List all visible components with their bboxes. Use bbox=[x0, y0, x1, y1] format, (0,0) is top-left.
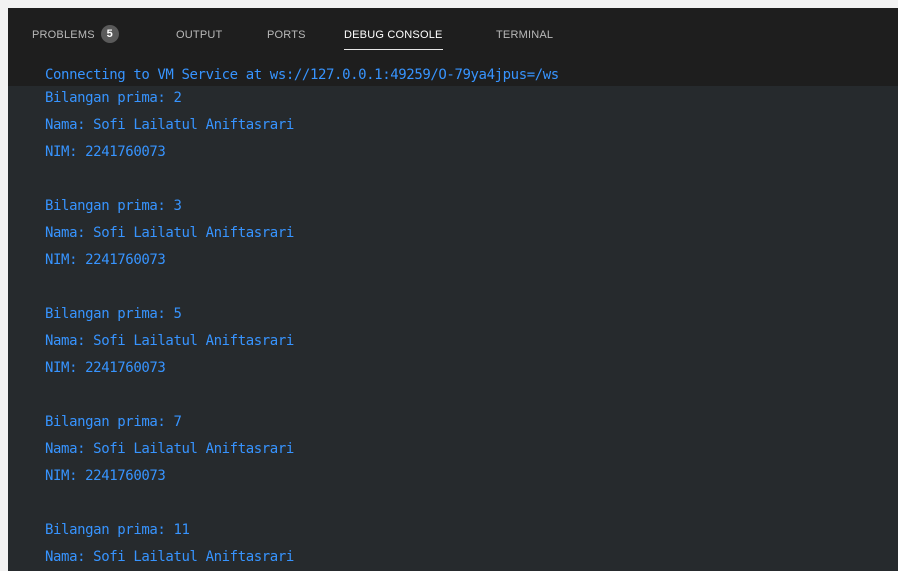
console-line: Bilangan prima: 5 bbox=[45, 306, 182, 322]
tab-output[interactable]: OUTPUT bbox=[176, 22, 222, 48]
console-line: Bilangan prima: 11 bbox=[45, 522, 190, 538]
console-line: Nama: Sofi Lailatul Aniftasrari bbox=[45, 441, 294, 457]
console-line: Nama: Sofi Lailatul Aniftasrari bbox=[45, 225, 294, 241]
console-line: Nama: Sofi Lailatul Aniftasrari bbox=[45, 549, 294, 565]
console-line: Bilangan prima: 3 bbox=[45, 198, 182, 214]
debug-console-output[interactable]: Connecting to VM Service at ws://127.0.0… bbox=[8, 64, 898, 571]
tab-output-label: OUTPUT bbox=[176, 29, 223, 41]
console-line: NIM: 2241760073 bbox=[45, 144, 166, 160]
tab-terminal-label: TERMINAL bbox=[496, 29, 554, 41]
panel-tab-bar: PROBLEMS 5 OUTPUT PORTS DEBUG CONSOLE TER… bbox=[8, 8, 898, 64]
console-line: NIM: 2241760073 bbox=[45, 360, 166, 376]
tab-debug-console[interactable]: DEBUG CONSOLE bbox=[344, 22, 443, 50]
console-line: NIM: 2241760073 bbox=[45, 252, 166, 268]
console-line: Nama: Sofi Lailatul Aniftasrari bbox=[45, 333, 294, 349]
debug-panel: PROBLEMS 5 OUTPUT PORTS DEBUG CONSOLE TER… bbox=[8, 8, 898, 571]
console-line: Nama: Sofi Lailatul Aniftasrari bbox=[45, 117, 294, 133]
tab-debug-console-label: DEBUG CONSOLE bbox=[344, 29, 443, 41]
problems-count-badge: 5 bbox=[100, 25, 119, 44]
console-line: Bilangan prima: 7 bbox=[45, 414, 182, 430]
tab-terminal[interactable]: TERMINAL bbox=[496, 22, 553, 48]
tab-ports-label: PORTS bbox=[267, 29, 306, 41]
tab-ports[interactable]: PORTS bbox=[267, 22, 306, 48]
tab-problems-label: PROBLEMS bbox=[32, 29, 95, 41]
active-tab-indicator bbox=[344, 49, 443, 50]
console-line: Connecting to VM Service at ws://127.0.0… bbox=[45, 67, 559, 83]
console-line: Bilangan prima: 2 bbox=[45, 90, 182, 106]
tab-problems[interactable]: PROBLEMS 5 bbox=[32, 22, 119, 48]
console-line: NIM: 2241760073 bbox=[45, 468, 166, 484]
